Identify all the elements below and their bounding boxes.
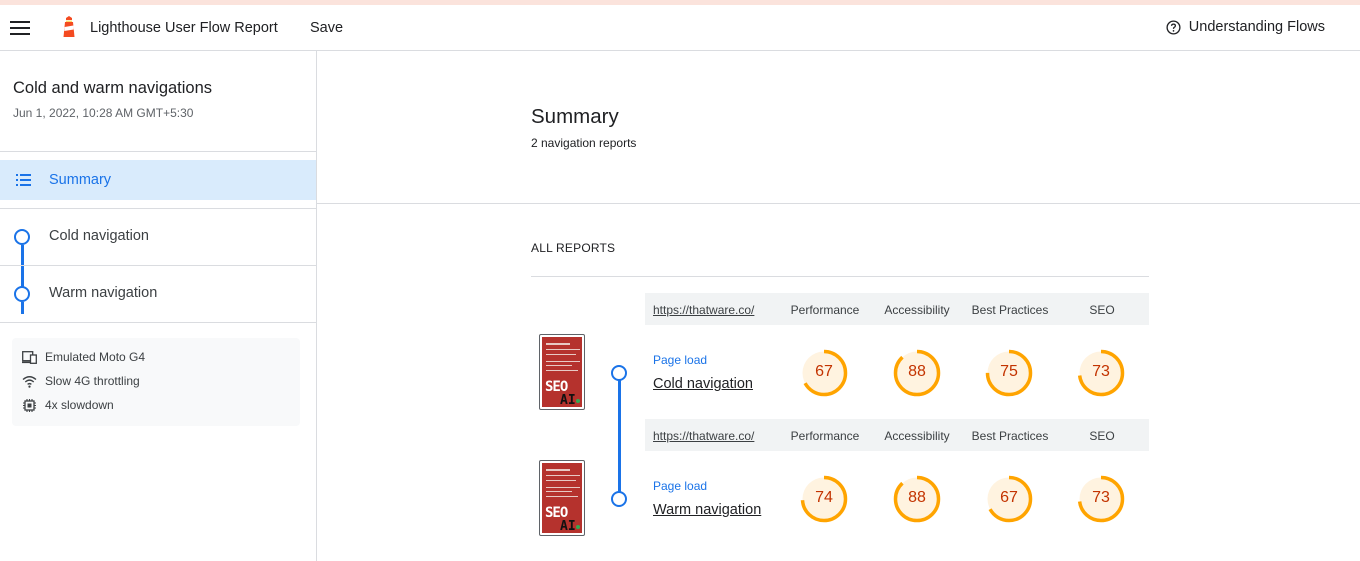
understanding-flows-label: Understanding Flows — [1188, 19, 1325, 35]
step-circle-icon — [14, 286, 30, 302]
category-header: Performance — [790, 303, 860, 317]
top-bar: Lighthouse User Flow Report Save Underst… — [0, 5, 1360, 51]
section-divider — [317, 203, 1360, 204]
gauge-score: 73 — [1092, 363, 1110, 380]
category-header: Accessibility — [884, 429, 950, 443]
accessibility-gauge[interactable]: 88 — [892, 474, 942, 524]
step-type-label: Page load — [653, 479, 708, 493]
report-header-row: https://thatware.co/ Performance Accessi… — [645, 293, 1149, 325]
environment-label: 4x slowdown — [45, 398, 114, 412]
category-header: Accessibility — [884, 303, 950, 317]
thumbnail-image: SEO AI — [542, 463, 582, 533]
sidebar-item-label: Cold navigation — [49, 228, 149, 244]
timeline-connector — [618, 419, 621, 493]
gauge-score: 88 — [908, 363, 926, 380]
sidebar: Cold and warm navigations Jun 1, 2022, 1… — [0, 51, 317, 561]
section-divider — [531, 276, 1149, 277]
thumbnail-text: AI — [560, 519, 576, 533]
seo-gauge[interactable]: 73 — [1076, 348, 1126, 398]
environment-row: Emulated Moto G4 — [22, 350, 145, 364]
understanding-flows-button[interactable]: Understanding Flows — [1166, 19, 1325, 35]
screenshot-thumbnail[interactable]: SEO AI — [539, 460, 585, 536]
performance-gauge[interactable]: 74 — [799, 474, 849, 524]
step-circle-icon — [14, 229, 30, 245]
thumbnail-image: SEO AI — [542, 337, 582, 407]
environment-label: Slow 4G throttling — [45, 374, 140, 388]
report-card: SEO AI https://thatware.co/ Performance … — [531, 419, 1149, 545]
environment-info: Emulated Moto G4 Slow 4G throttling 4x s… — [12, 338, 300, 426]
gauge-score: 67 — [1000, 489, 1018, 506]
step-circle-icon[interactable] — [611, 365, 627, 381]
category-header: Performance — [790, 429, 860, 443]
lighthouse-logo-icon — [63, 16, 75, 37]
report-url-link[interactable]: https://thatware.co/ — [653, 303, 754, 317]
screenshot-thumbnail[interactable]: SEO AI — [539, 334, 585, 410]
page-subtitle: 2 navigation reports — [531, 136, 637, 150]
gauge-score: 88 — [908, 489, 926, 506]
sidebar-item-label: Warm navigation — [49, 285, 158, 301]
wifi-icon — [22, 375, 37, 388]
performance-gauge[interactable]: 67 — [799, 348, 849, 398]
accessibility-gauge[interactable]: 88 — [892, 348, 942, 398]
sidebar-item-summary[interactable]: Summary — [0, 160, 316, 200]
gauge-score: 75 — [1000, 363, 1018, 380]
step-name-link[interactable]: Warm navigation — [653, 502, 761, 518]
flow-title: Cold and warm navigations — [13, 79, 213, 97]
sidebar-item-cold-navigation[interactable]: Cold navigation — [0, 209, 316, 265]
list-icon — [16, 174, 31, 186]
environment-row: 4x slowdown — [22, 398, 114, 412]
device-icon — [22, 350, 37, 364]
menu-icon[interactable] — [10, 21, 30, 35]
step-type-label: Page load — [653, 353, 708, 367]
category-header: SEO — [1089, 429, 1115, 443]
best-practices-gauge[interactable]: 67 — [984, 474, 1034, 524]
seo-gauge[interactable]: 73 — [1076, 474, 1126, 524]
gauge-score: 73 — [1092, 489, 1110, 506]
sidebar-divider — [0, 322, 316, 323]
category-header: Best Practices — [971, 429, 1049, 443]
main-content: Summary 2 navigation reports ALL REPORTS… — [317, 51, 1360, 561]
save-button[interactable]: Save — [310, 20, 343, 36]
sidebar-divider — [0, 151, 316, 152]
cpu-icon — [23, 398, 36, 412]
gauge-score: 74 — [815, 489, 833, 506]
help-icon — [1166, 19, 1181, 35]
report-url-link[interactable]: https://thatware.co/ — [653, 429, 754, 443]
report-card: SEO AI https://thatware.co/ Performance … — [531, 293, 1149, 419]
page-title: Summary — [531, 105, 619, 128]
app-title: Lighthouse User Flow Report — [90, 20, 278, 36]
report-header-row: https://thatware.co/ Performance Accessi… — [645, 419, 1149, 451]
sidebar-item-warm-navigation[interactable]: Warm navigation — [0, 266, 316, 322]
thumbnail-text: AI — [560, 393, 576, 407]
environment-label: Emulated Moto G4 — [45, 350, 146, 364]
sidebar-item-label: Summary — [49, 172, 112, 188]
best-practices-gauge[interactable]: 75 — [984, 348, 1034, 398]
timeline-connector — [21, 302, 24, 314]
step-name-link[interactable]: Cold navigation — [653, 376, 753, 392]
environment-row: Slow 4G throttling — [22, 374, 140, 388]
gauge-score: 67 — [815, 363, 833, 380]
category-header: Best Practices — [971, 303, 1049, 317]
section-heading: ALL REPORTS — [531, 241, 616, 255]
flow-date: Jun 1, 2022, 10:28 AM GMT+5:30 — [13, 106, 194, 120]
step-circle-icon[interactable] — [611, 491, 627, 507]
category-header: SEO — [1089, 303, 1115, 317]
